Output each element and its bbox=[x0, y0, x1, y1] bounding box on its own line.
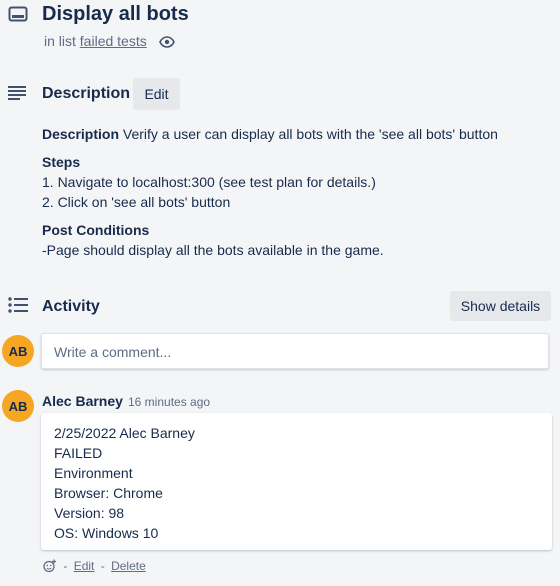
add-reaction-icon[interactable] bbox=[43, 559, 57, 576]
comment-line: FAILED bbox=[54, 445, 103, 461]
list-info: in list failed tests bbox=[44, 33, 175, 52]
separator: - bbox=[100, 559, 105, 573]
description-text: Verify a user can display all bots with … bbox=[119, 126, 498, 142]
post-conditions-label-text: Post Conditions bbox=[42, 222, 150, 238]
comment-actions: - Edit - Delete bbox=[43, 559, 146, 576]
card-title[interactable]: Display all bots bbox=[42, 3, 189, 26]
description-label: Description bbox=[42, 126, 120, 142]
edit-description-button[interactable]: Edit bbox=[133, 78, 180, 110]
comment-input[interactable]: Write a comment... bbox=[41, 333, 549, 369]
separator: - bbox=[63, 559, 68, 573]
comment-line: 2/25/2022 Alec Barney bbox=[54, 425, 195, 441]
step-item: 1. Navigate to localhost:300 (see test p… bbox=[42, 174, 376, 190]
eye-icon[interactable] bbox=[158, 35, 175, 52]
comment-line: Version: 98 bbox=[54, 505, 125, 521]
delete-comment-link[interactable]: Delete bbox=[111, 559, 146, 573]
comment-author[interactable]: Alec Barney bbox=[42, 393, 123, 409]
edit-comment-link[interactable]: Edit bbox=[74, 559, 95, 573]
description-icon bbox=[8, 86, 26, 105]
comment-avatar[interactable]: AB bbox=[2, 390, 34, 422]
steps-label: Steps bbox=[42, 152, 552, 172]
comment-time[interactable]: 16 minutes ago bbox=[128, 395, 210, 409]
description-heading: Description bbox=[42, 85, 131, 102]
avatar[interactable]: AB bbox=[2, 335, 34, 367]
list-link[interactable]: failed tests bbox=[80, 33, 147, 49]
list-prefix: in list bbox=[44, 33, 76, 49]
description-line: Description Verify a user can display al… bbox=[42, 124, 552, 144]
show-details-button[interactable]: Show details bbox=[450, 291, 551, 321]
post-conditions-text: -Page should display all the bots availa… bbox=[42, 242, 384, 258]
post-conditions-label: Post Conditions bbox=[42, 220, 552, 240]
steps-label-text: Steps bbox=[42, 154, 81, 170]
activity-icon bbox=[8, 297, 28, 318]
comment-line: Browser: Chrome bbox=[54, 485, 163, 501]
card-icon bbox=[8, 6, 28, 29]
description-body[interactable]: Description Verify a user can display al… bbox=[42, 124, 552, 260]
comment-body[interactable]: 2/25/2022 Alec Barney FAILED Environment… bbox=[41, 413, 552, 550]
comment-line: OS: Windows 10 bbox=[54, 525, 159, 541]
activity-heading: Activity bbox=[42, 298, 100, 315]
step-item: 2. Click on 'see all bots' button bbox=[42, 194, 231, 210]
comment-line: Environment bbox=[54, 465, 133, 481]
